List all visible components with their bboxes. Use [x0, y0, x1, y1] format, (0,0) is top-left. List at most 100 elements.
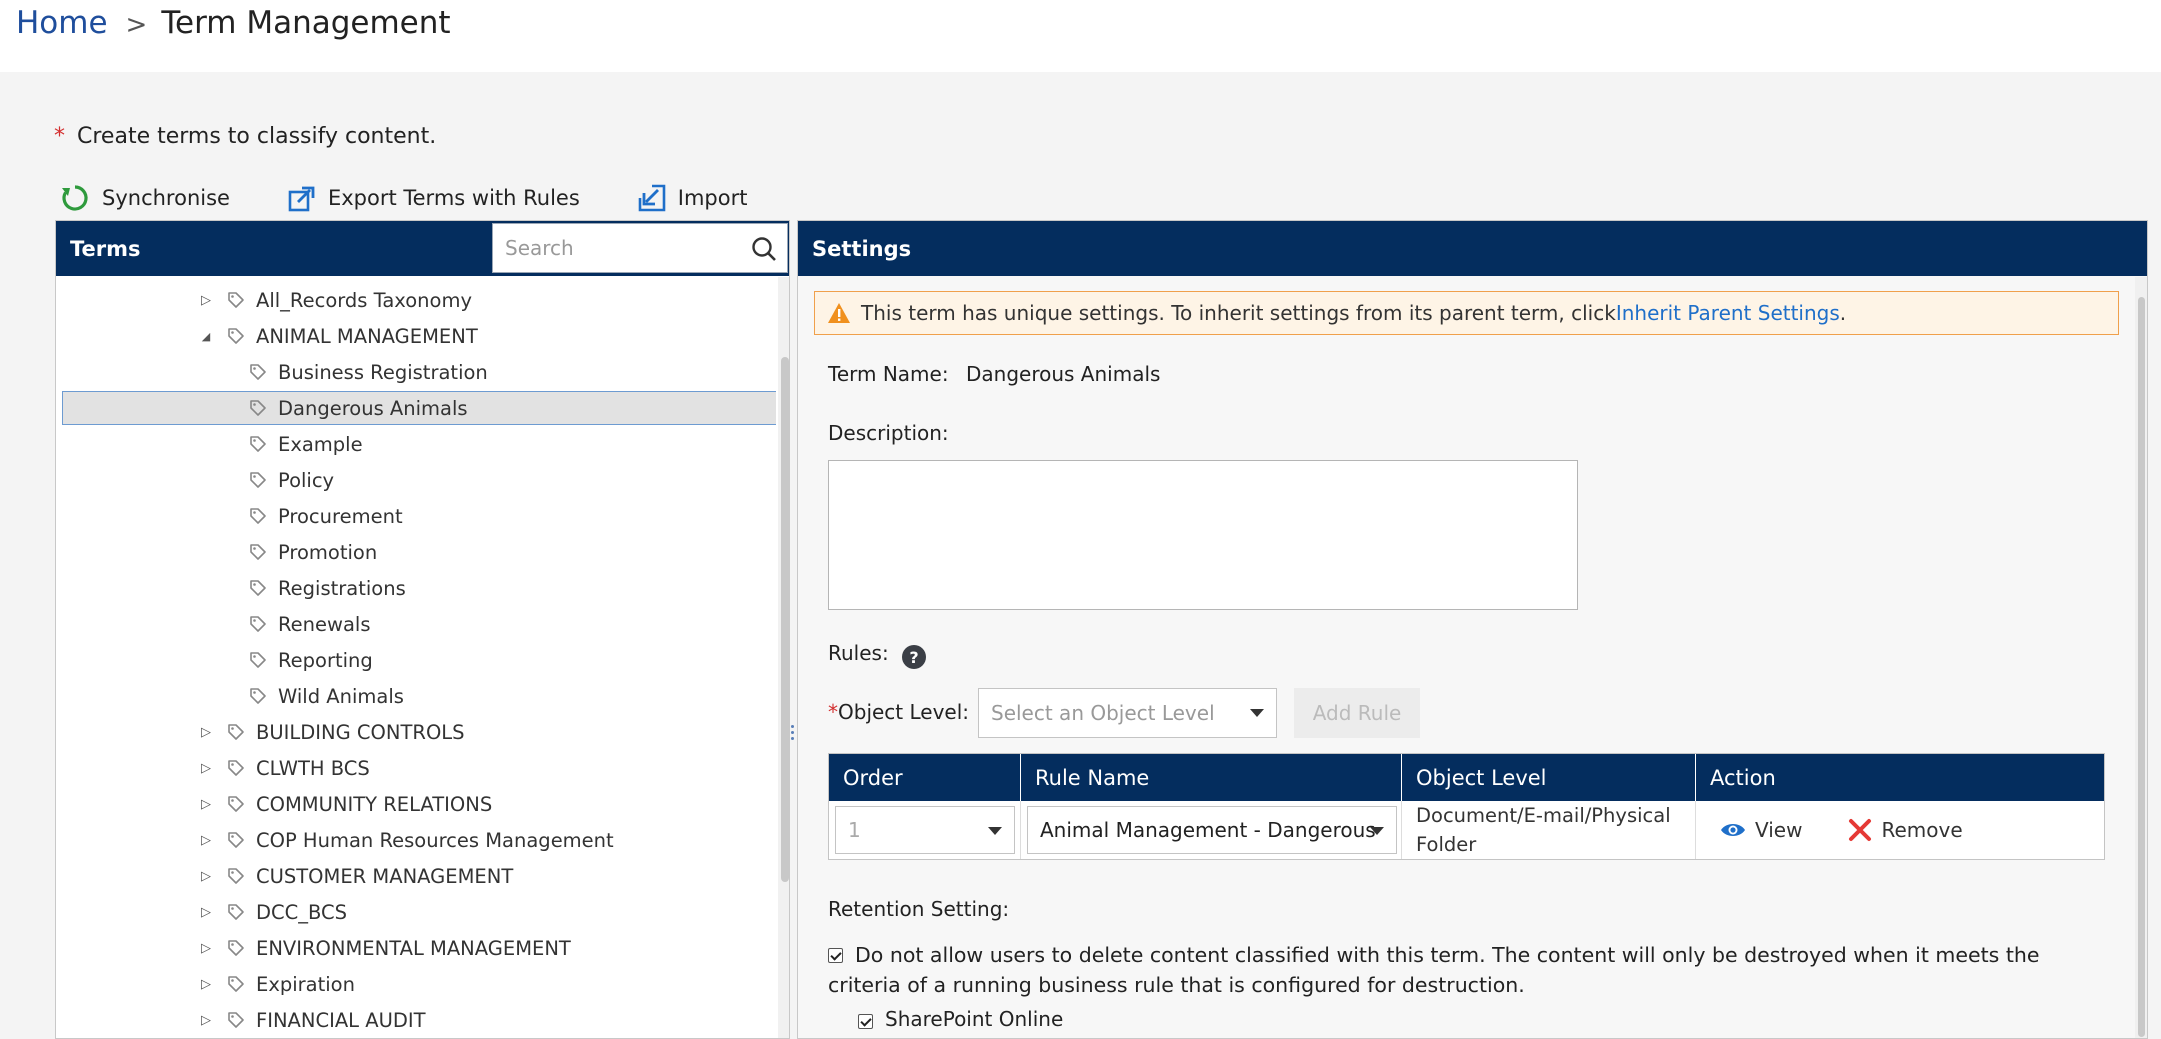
- tag-icon: [248, 470, 268, 490]
- order-select[interactable]: 1: [835, 806, 1015, 854]
- term-name-label: Term Name:: [828, 362, 949, 386]
- tree-item[interactable]: Example: [56, 427, 771, 461]
- search-icon[interactable]: [751, 236, 777, 262]
- tree-item-label: ENVIRONMENTAL MANAGEMENT: [256, 936, 571, 960]
- order-cell: 1: [829, 801, 1021, 859]
- tree-item[interactable]: ▷ Expiration: [56, 967, 771, 1001]
- expand-toggle-icon[interactable]: ▷: [196, 977, 216, 992]
- sharepoint-online-label: SharePoint Online: [885, 1007, 1064, 1031]
- expand-toggle-icon[interactable]: ▷: [196, 905, 216, 920]
- settings-scrollbar-thumb[interactable]: [2138, 297, 2145, 1037]
- tree-item[interactable]: Wild Animals: [56, 679, 771, 713]
- tree-item[interactable]: Promotion: [56, 535, 771, 569]
- expand-toggle-icon[interactable]: ▷: [196, 293, 216, 308]
- page-title: Term Management: [161, 5, 451, 41]
- top-bar: Home > Term Management: [0, 0, 2161, 72]
- tree-item[interactable]: Policy: [56, 463, 771, 497]
- object-level-label-text: Object Level:: [838, 700, 970, 724]
- tag-icon: [248, 614, 268, 634]
- intro-text: * Create terms to classify content.: [54, 122, 436, 152]
- tree-scrollbar-thumb[interactable]: [781, 357, 789, 882]
- object-level-cell: Document/E-mail/Physical Folder: [1402, 801, 1696, 859]
- tree-item[interactable]: ▷ CUSTOMER MANAGEMENT: [56, 859, 771, 893]
- tree-item[interactable]: ▷ DCC_BCS: [56, 895, 771, 929]
- tag-icon: [248, 650, 268, 670]
- tree-item[interactable]: ▷ BUILDING CONTROLS: [56, 715, 771, 749]
- settings-panel-title: Settings: [812, 236, 912, 261]
- search-box: [492, 223, 788, 273]
- rule-name-cell: Animal Management - Dangerous: [1021, 801, 1402, 859]
- view-rule-button[interactable]: View: [1720, 818, 1802, 842]
- object-level-required-marker: *: [828, 700, 838, 724]
- tree-item-label: COMMUNITY RELATIONS: [256, 792, 493, 816]
- collapse-toggle-icon[interactable]: ◢: [196, 330, 216, 343]
- chevron-down-icon: [1370, 827, 1384, 835]
- required-marker: *: [54, 124, 65, 149]
- action-cell: View Remove: [1696, 801, 2104, 859]
- tree-item[interactable]: Registrations: [56, 571, 771, 605]
- terms-tree: ... ▷ All_Records Taxonomy ◢ ANIMAL MANAGEM…: [56, 277, 776, 1038]
- tag-icon: [226, 722, 246, 742]
- tree-item-label: ANIMAL MANAGEMENT: [256, 324, 478, 348]
- panel-splitter[interactable]: [791, 725, 795, 743]
- rules-table: Order Rule Name Object Level Action 1 An…: [828, 753, 2105, 860]
- breadcrumb-home-link[interactable]: Home: [16, 5, 108, 41]
- add-rule-button[interactable]: Add Rule: [1294, 688, 1420, 738]
- tree-item-label: Business Registration: [278, 360, 488, 384]
- import-button[interactable]: Import: [638, 184, 747, 212]
- tree-scrollbar[interactable]: [778, 277, 789, 1038]
- tree-item-label: Policy: [278, 468, 335, 492]
- breadcrumb-separator: >: [125, 10, 148, 40]
- tree-item-label: Wild Animals: [278, 684, 404, 708]
- view-label: View: [1755, 818, 1803, 842]
- expand-toggle-icon[interactable]: ▷: [196, 761, 216, 776]
- remove-rule-button[interactable]: Remove: [1848, 818, 1963, 842]
- expand-toggle-icon[interactable]: ▷: [196, 1013, 216, 1028]
- expand-toggle-icon[interactable]: ▷: [196, 941, 216, 956]
- tree-item[interactable]: ▷ FINANCIAL AUDIT: [56, 1003, 771, 1037]
- tree-item[interactable]: ▷ ENVIRONMENTAL MANAGEMENT: [56, 931, 771, 965]
- tree-item[interactable]: ▷ CLWTH BCS: [56, 751, 771, 785]
- search-input[interactable]: [493, 236, 733, 260]
- help-icon[interactable]: ?: [902, 645, 926, 669]
- tree-item-label: COP Human Resources Management: [256, 828, 614, 852]
- tree-item[interactable]: ◢ ANIMAL MANAGEMENT: [56, 319, 771, 353]
- export-icon: [288, 186, 315, 212]
- tag-icon: [248, 542, 268, 562]
- expand-toggle-icon[interactable]: ▷: [196, 725, 216, 740]
- expand-toggle-icon[interactable]: ▷: [196, 797, 216, 812]
- export-terms-button[interactable]: Export Terms with Rules: [288, 184, 580, 212]
- tree-item[interactable]: ▷ All_Records Taxonomy: [56, 283, 771, 317]
- tree-item[interactable]: ▷ COMMUNITY RELATIONS: [56, 787, 771, 821]
- column-header-rule-name: Rule Name: [1021, 754, 1402, 801]
- tag-icon: [248, 686, 268, 706]
- synchronise-button[interactable]: Synchronise: [60, 183, 230, 213]
- settings-scrollbar[interactable]: [2135, 277, 2147, 1038]
- tag-icon: [226, 758, 246, 778]
- terms-panel: Terms ... ▷ All_Records Taxonomy ◢ ANIMAL M…: [55, 220, 790, 1039]
- description-textarea[interactable]: [828, 460, 1578, 610]
- object-level-select[interactable]: Select an Object Level: [978, 688, 1277, 738]
- inherit-parent-settings-link[interactable]: Inherit Parent Settings: [1616, 301, 1840, 325]
- close-icon: [1849, 819, 1872, 841]
- rule-name-select[interactable]: Animal Management - Dangerous: [1027, 806, 1397, 854]
- sharepoint-online-checkbox[interactable]: [858, 1014, 873, 1029]
- tree-item[interactable]: ▷ COP Human Resources Management: [56, 823, 771, 857]
- chevron-down-icon: [1250, 709, 1264, 717]
- tree-item-label: Dangerous Animals: [278, 396, 468, 420]
- term-name-value: Dangerous Animals: [966, 362, 1161, 386]
- expand-toggle-icon[interactable]: ▷: [196, 869, 216, 884]
- export-terms-label: Export Terms with Rules: [327, 186, 580, 210]
- tree-item[interactable]: Business Registration: [56, 355, 771, 389]
- tree-item[interactable]: Procurement: [56, 499, 771, 533]
- retention-setting-label: Retention Setting:: [828, 897, 1010, 921]
- tag-icon: [226, 290, 246, 310]
- tree-item[interactable]: Dangerous Animals: [62, 391, 776, 425]
- tree-item[interactable]: Reporting: [56, 643, 771, 677]
- expand-toggle-icon[interactable]: ▷: [196, 833, 216, 848]
- tag-icon: [226, 830, 246, 850]
- tree-item-label: FINANCIAL AUDIT: [256, 1008, 426, 1032]
- tree-item[interactable]: Renewals: [56, 607, 771, 641]
- tag-icon: [226, 866, 246, 886]
- column-header-action: Action: [1710, 765, 1776, 790]
